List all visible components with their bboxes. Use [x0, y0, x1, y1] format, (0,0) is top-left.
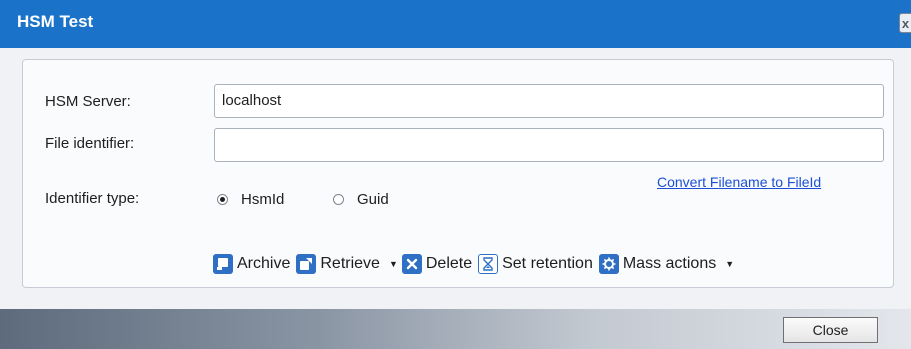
- hsm-server-label: HSM Server:: [45, 93, 131, 110]
- retrieve-label: Retrieve: [320, 255, 380, 272]
- archive-icon: [213, 254, 233, 274]
- retrieve-button[interactable]: Retrieve: [296, 254, 380, 274]
- file-identifier-input[interactable]: [214, 128, 884, 162]
- convert-filename-link[interactable]: Convert Filename to FileId: [657, 174, 821, 190]
- action-toolbar: Archive Retrieve ▼ Delete Set retention: [213, 251, 738, 277]
- delete-label: Delete: [425, 255, 473, 272]
- window-title: HSM Test: [17, 12, 94, 31]
- radio-hsmid[interactable]: HsmId: [217, 191, 284, 208]
- mass-actions-label: Mass actions: [622, 255, 717, 272]
- delete-icon: [401, 254, 422, 274]
- radio-hsmid-circle[interactable]: [217, 194, 228, 205]
- hsm-server-input[interactable]: localhost: [214, 84, 884, 118]
- hourglass-icon: [478, 254, 499, 274]
- mass-actions-dropdown-icon[interactable]: ▼: [725, 259, 734, 269]
- archive-button[interactable]: Archive: [213, 254, 290, 274]
- radio-hsmid-label: HsmId: [241, 191, 285, 208]
- footer-bar: [0, 309, 911, 349]
- radio-guid-label: Guid: [357, 191, 389, 208]
- title-bar: HSM Test: [0, 0, 911, 48]
- window-close-icon[interactable]: x: [899, 13, 911, 33]
- retrieve-icon: [296, 254, 317, 274]
- archive-label: Archive: [237, 255, 291, 272]
- set-retention-label: Set retention: [502, 255, 593, 272]
- close-button[interactable]: Close: [783, 317, 878, 343]
- retrieve-dropdown-icon[interactable]: ▼: [389, 259, 398, 269]
- gear-icon: [598, 254, 619, 274]
- radio-guid-circle[interactable]: [333, 194, 344, 205]
- identifier-type-label: Identifier type:: [45, 190, 140, 207]
- radio-guid[interactable]: Guid: [333, 191, 389, 208]
- file-identifier-label: File identifier:: [45, 135, 135, 152]
- dialog-body: HSM Server: localhost File identifier: I…: [0, 48, 911, 309]
- mass-actions-button[interactable]: Mass actions: [598, 254, 717, 274]
- delete-button[interactable]: Delete: [401, 254, 473, 274]
- set-retention-button[interactable]: Set retention: [478, 254, 593, 274]
